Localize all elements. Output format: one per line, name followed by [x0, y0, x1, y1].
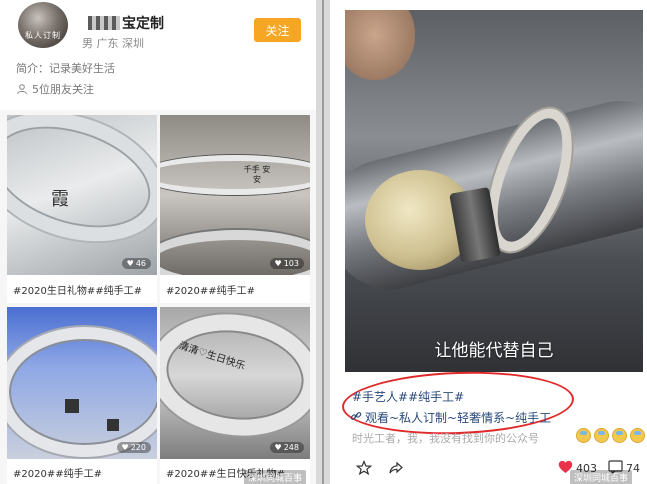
post-caption: #2020##纯手工# [166, 286, 255, 297]
post-tags[interactable]: #手艺人##纯手工# [352, 388, 464, 405]
scared-face-icon [630, 428, 645, 443]
bangle-image [160, 155, 310, 195]
post-caption: #2020##纯手工# [13, 469, 102, 480]
like-count: 248 [283, 443, 299, 452]
bangle-image [7, 115, 157, 264]
like-count-badge: ♥ 220 [116, 442, 151, 453]
follow-button[interactable]: 关注 [254, 18, 301, 42]
scared-face-icon [612, 428, 627, 443]
link-icon [350, 410, 362, 425]
link-text: 观看~私人订制~轻奢情系~纯手工 [365, 411, 552, 425]
profile-meta: 男 广东 深圳 [82, 37, 144, 50]
engraving-text: 千手 安安 [243, 165, 271, 184]
like-count: 103 [283, 259, 299, 268]
avatar-text: 私人订制 [25, 31, 61, 40]
video-post-page: 让他能代替自己 #手艺人##纯手工# 观看~私人订制~轻奢情系~纯手工 时光工者… [330, 0, 647, 484]
hand-image [345, 10, 415, 80]
post-photo: ♥ 220 [7, 307, 157, 459]
profile-name: 宝定制 [122, 16, 164, 32]
share-button[interactable] [388, 460, 404, 479]
friends-text: 5位朋友关注 [32, 83, 94, 96]
like-count: 220 [130, 443, 146, 452]
profile-page: 私人订制 宝定制 男 广东 深圳 关注 简介：记录美好生活 5位朋友关注 霞 ♥… [0, 0, 316, 484]
post-photo: 清清♡生日快乐 ♥ 248 [160, 307, 310, 459]
post-photo: 霞 ♥ 46 [7, 115, 157, 275]
video-player[interactable]: 让他能代替自己 [345, 10, 643, 372]
post-description: 时光工者，我，我没有找到你的公众号 [352, 432, 539, 445]
post-card[interactable]: 千手 安安 ♥ 103 #2020##纯手工# [160, 115, 310, 303]
post-caption: #2020生日礼物##纯手工# [13, 286, 142, 297]
watermark: 深圳同城百事 [244, 470, 307, 484]
star-icon [355, 459, 373, 479]
like-count-badge: ♥ 248 [269, 442, 304, 453]
screenshot-root: 私人订制 宝定制 男 广东 深圳 关注 简介：记录美好生活 5位朋友关注 霞 ♥… [0, 0, 647, 484]
heart-icon: ♥ [274, 443, 282, 452]
like-count-badge: ♥ 46 [121, 258, 151, 269]
post-card[interactable]: 霞 ♥ 46 #2020生日礼物##纯手工# [7, 115, 157, 303]
scared-face-icon [594, 428, 609, 443]
engraving-symbol [107, 419, 119, 431]
post-link[interactable]: 观看~私人订制~轻奢情系~纯手工 [350, 409, 551, 426]
bangle-image [7, 327, 157, 457]
censored-name-mosaic [88, 16, 120, 30]
scared-face-icon [576, 428, 591, 443]
engraving-symbol [65, 399, 79, 413]
favorite-button[interactable] [355, 459, 373, 479]
panel-divider [316, 0, 330, 484]
share-icon [388, 460, 404, 479]
post-card[interactable]: 清清♡生日快乐 ♥ 248 #2020##生日快乐礼物# [160, 307, 310, 484]
like-count-badge: ♥ 103 [269, 258, 304, 269]
heart-icon: ♥ [126, 259, 134, 268]
like-count: 46 [135, 259, 146, 268]
post-photo: 千手 安安 ♥ 103 [160, 115, 310, 275]
heart-icon: ♥ [274, 259, 282, 268]
engraving-text: 霞 [51, 189, 69, 210]
friends-followed[interactable]: 5位朋友关注 [16, 81, 94, 97]
profile-bio: 简介：记录美好生活 [16, 62, 115, 75]
watermark: 深圳同城百事 [570, 470, 633, 484]
post-card[interactable]: ♥ 220 #2020##纯手工# [7, 307, 157, 484]
avatar[interactable]: 私人订制 [18, 2, 68, 48]
bangle-image [160, 307, 310, 447]
profile-header: 私人订制 宝定制 男 广东 深圳 关注 简介：记录美好生活 5位朋友关注 [0, 0, 316, 110]
video-subtitle: 让他能代替自己 [434, 341, 554, 361]
people-icon [16, 83, 28, 95]
heart-icon: ♥ [121, 443, 129, 452]
emoji-row [576, 428, 645, 443]
